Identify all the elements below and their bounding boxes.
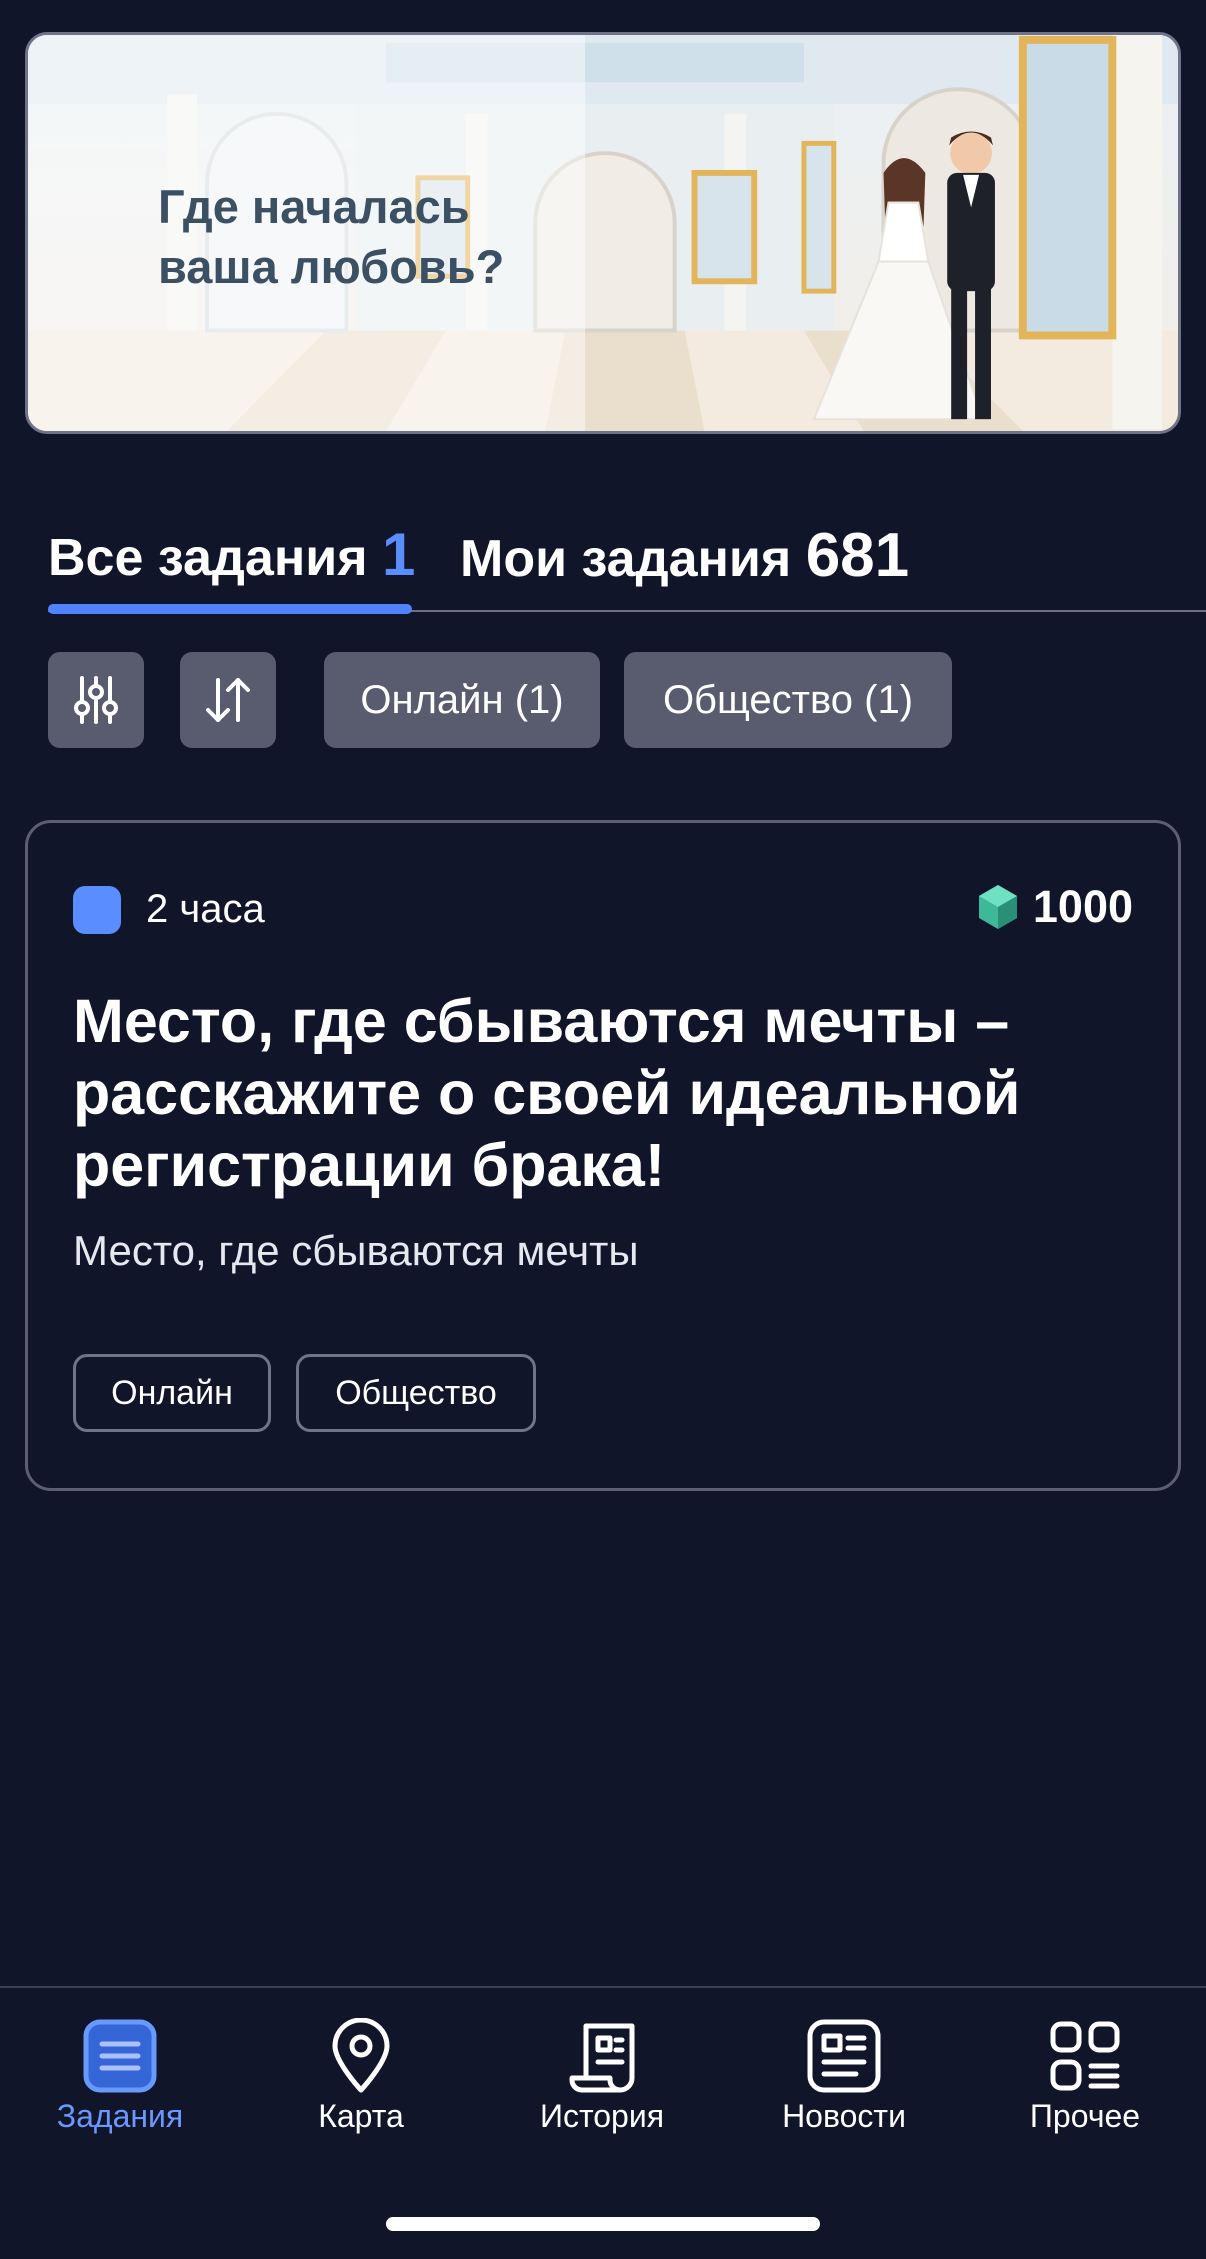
history-icon: [569, 2023, 635, 2093]
nav-item-history[interactable]: История: [502, 2018, 702, 2135]
nav-label-news: Новости: [782, 2098, 906, 2134]
tasks-icon: [83, 2019, 157, 2093]
active-tab-indicator: [48, 604, 412, 614]
home-indicator[interactable]: [386, 2217, 820, 2231]
nav-label-history: История: [539, 2098, 665, 2134]
nav-label-more: Прочее: [1029, 2098, 1141, 2134]
tab-all-label: Все задания: [48, 529, 368, 587]
nav-item-tasks[interactable]: Задания: [20, 2018, 220, 2135]
task-reward: 1000: [977, 881, 1133, 933]
task-tag-online: Онлайн: [73, 1354, 271, 1432]
nav-item-more[interactable]: Прочее: [985, 2018, 1185, 2135]
task-tag-society: Общество: [296, 1354, 536, 1432]
promo-banner[interactable]: Где началась ваша любовь?: [25, 32, 1181, 434]
filter-settings-button[interactable]: [48, 652, 144, 748]
map-pin-icon: [332, 2018, 390, 2093]
nav-item-news[interactable]: Новости: [744, 2018, 944, 2135]
tab-mine-count: 681: [805, 521, 910, 590]
gem-icon: [978, 885, 1017, 929]
reward-amount: 1000: [1032, 881, 1133, 932]
task-tabs: Все задания 1 Мои задания 681: [48, 520, 1206, 616]
tasks-screen: Где началась ваша любовь? Все задания 1 …: [0, 0, 1206, 2259]
nav-label-tasks: Задания: [56, 2098, 184, 2134]
task-status-indicator: [73, 886, 121, 934]
filter-chip-society[interactable]: Общество (1): [624, 652, 952, 748]
news-icon: [807, 2019, 881, 2093]
tab-all-count: 1: [382, 521, 416, 588]
banner-title: Где началась ваша любовь?: [158, 180, 505, 293]
nav-label-map: Карта: [318, 2098, 404, 2134]
filter-chip-online[interactable]: Онлайн (1): [324, 652, 600, 748]
sort-button[interactable]: [180, 652, 276, 748]
tab-my-tasks[interactable]: Мои задания 681: [460, 520, 909, 591]
task-card[interactable]: 2 часа 1000 Место, где сбываются мечты –…: [25, 820, 1181, 1491]
sliders-icon: [74, 676, 118, 724]
task-duration: 2 часа: [146, 887, 265, 931]
nav-item-map[interactable]: Карта: [261, 2018, 461, 2135]
sort-arrows-icon: [206, 678, 250, 722]
more-icon: [1050, 2021, 1120, 2091]
tab-mine-label: Мои задания: [460, 530, 792, 588]
tab-all-tasks[interactable]: Все задания 1: [48, 520, 415, 589]
task-title: Место, где сбываются мечты – расскажите …: [73, 987, 1021, 1199]
task-subtitle: Место, где сбываются мечты: [73, 1227, 639, 1274]
